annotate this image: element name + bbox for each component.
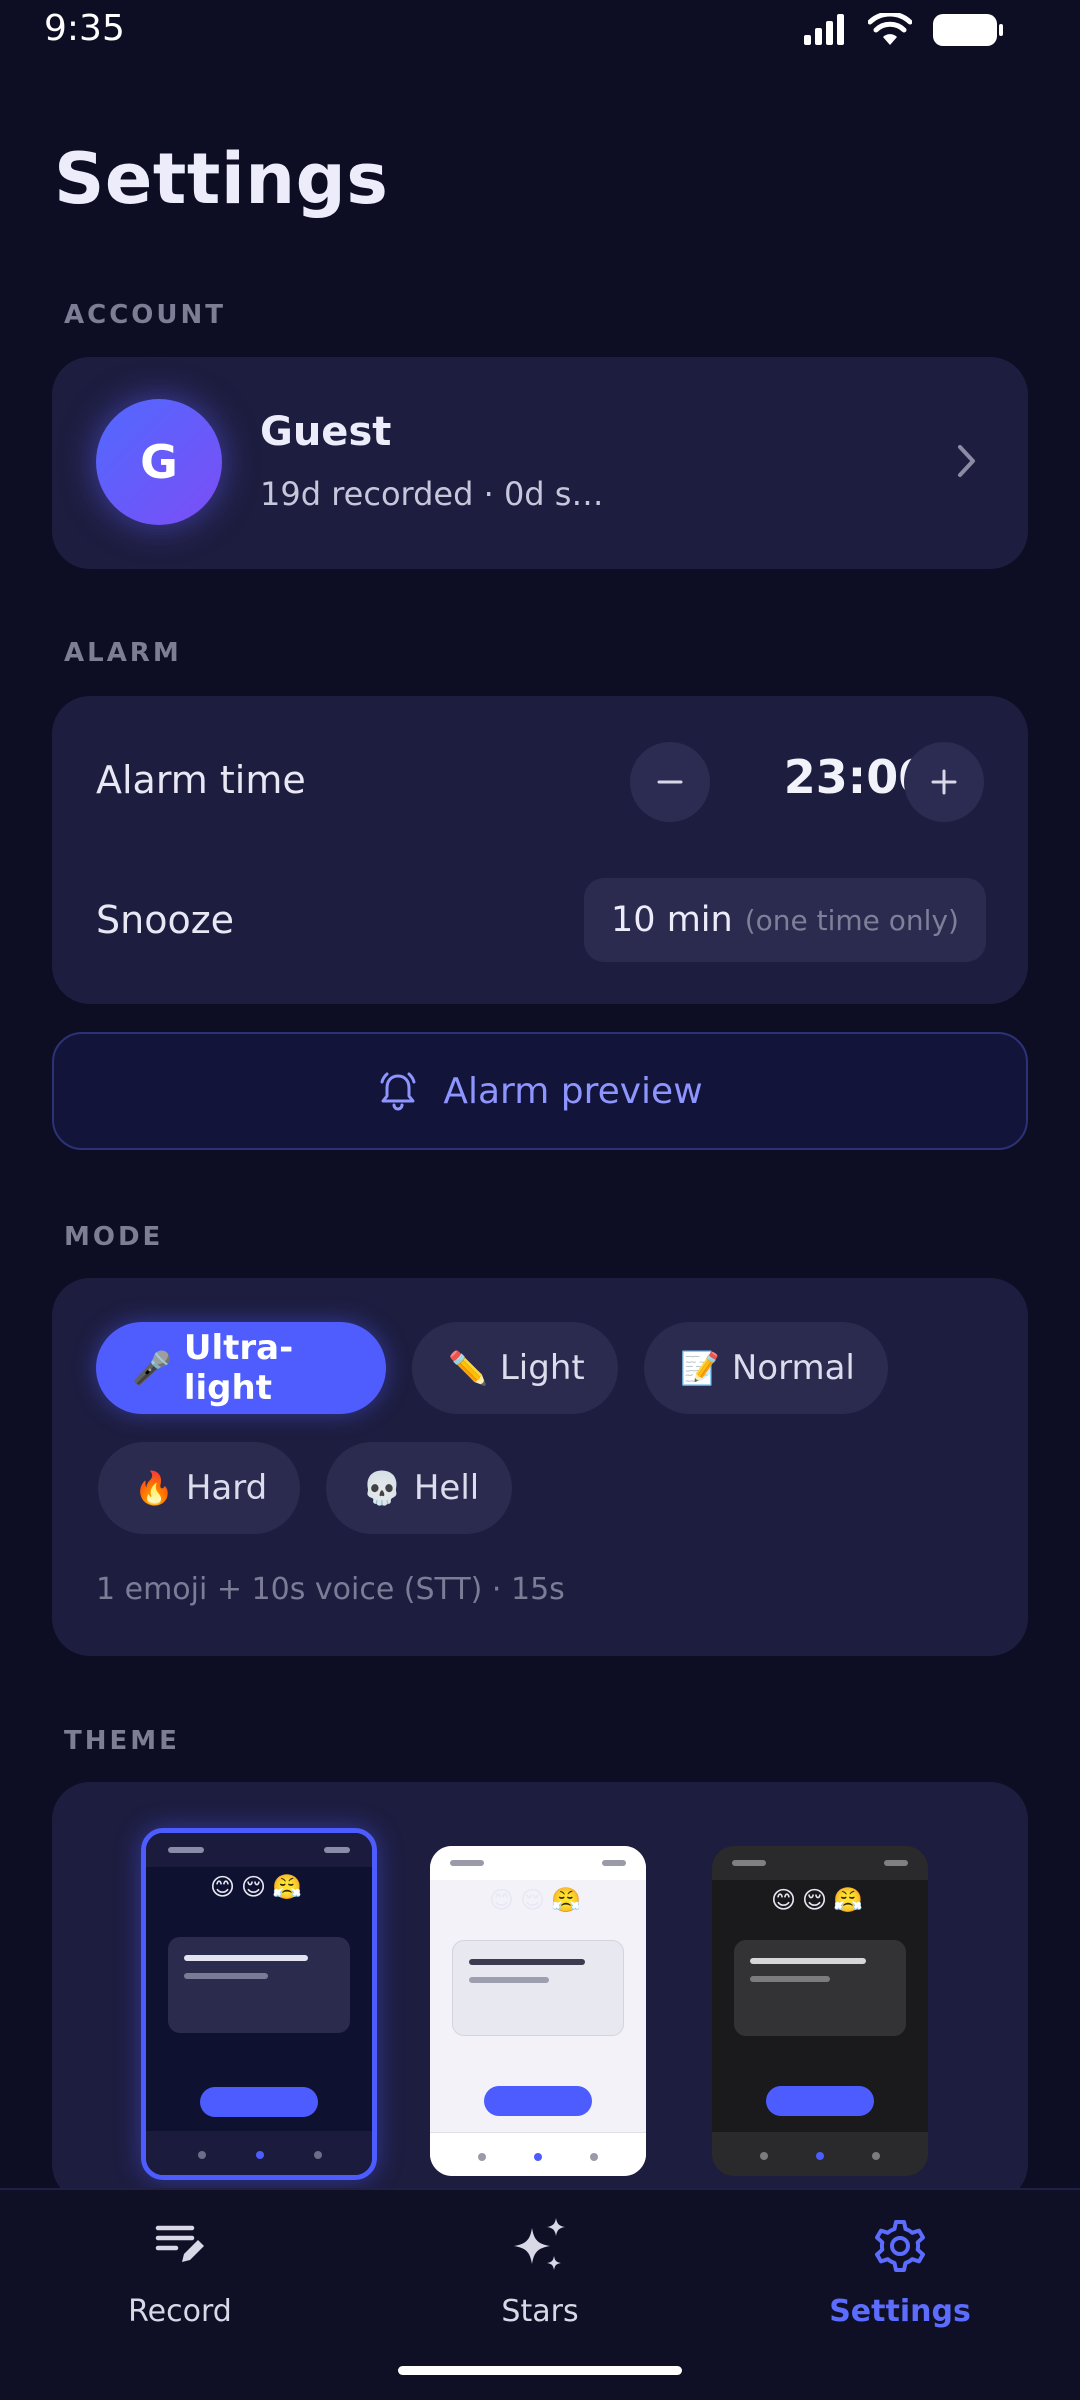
theme-card: 😊😌😤 😊😌😤 😊😌😤 bbox=[52, 1782, 1028, 2202]
mode-chip-hell[interactable]: 💀 Hell bbox=[326, 1442, 512, 1534]
account-card[interactable]: G Guest 19d recorded · 0d s… bbox=[52, 357, 1028, 569]
account-section-label: ACCOUNT bbox=[64, 300, 226, 330]
microphone-icon: 🎤 bbox=[132, 1349, 172, 1387]
increase-time-button[interactable] bbox=[904, 742, 984, 822]
snooze-label: Snooze bbox=[96, 898, 235, 942]
status-time: 9:35 bbox=[44, 8, 125, 49]
record-list-icon bbox=[155, 2225, 204, 2262]
mode-description: 1 emoji + 10s voice (STT) · 15s bbox=[96, 1572, 565, 1607]
mode-chip-normal[interactable]: 📝 Normal bbox=[644, 1322, 888, 1414]
page-title: Settings bbox=[54, 138, 389, 220]
nav-item-record[interactable]: Record bbox=[0, 2190, 360, 2350]
alarm-time-label: Alarm time bbox=[96, 758, 306, 802]
gear-icon bbox=[875, 2220, 925, 2272]
status-icons bbox=[802, 12, 1004, 48]
pencil-icon: ✏️ bbox=[448, 1349, 488, 1387]
chevron-right-icon bbox=[958, 445, 975, 477]
mode-chip-hard[interactable]: 🔥 Hard bbox=[98, 1442, 300, 1534]
plus-icon bbox=[931, 769, 957, 795]
mode-chip-label: Ultra-light bbox=[183, 1328, 294, 1408]
mode-card: 🎤 Ultra-light ✏️ Light 📝 Normal 🔥 Hard 💀… bbox=[52, 1278, 1028, 1656]
theme-option-light[interactable]: 😊😌😤 bbox=[430, 1846, 646, 2176]
mode-chip-ultra-light[interactable]: 🎤 Ultra-light bbox=[96, 1322, 386, 1414]
avatar: G bbox=[96, 399, 222, 525]
memo-icon: 📝 bbox=[680, 1349, 720, 1387]
theme-preview-emojis: 😊😌😤 bbox=[210, 1873, 308, 1901]
theme-section-label: THEME bbox=[64, 1726, 180, 1756]
fire-icon: 🔥 bbox=[134, 1469, 174, 1507]
battery-icon bbox=[933, 14, 1003, 46]
snooze-value: 10 min bbox=[611, 900, 733, 940]
skull-icon: 💀 bbox=[362, 1469, 402, 1507]
alarm-section-label: ALARM bbox=[64, 638, 182, 668]
snooze-selector[interactable]: 10 min (one time only) bbox=[584, 878, 986, 962]
nav-item-settings[interactable]: Settings bbox=[720, 2190, 1080, 2350]
mode-chip-label: Normal bbox=[731, 1348, 855, 1388]
snooze-note: (one time only) bbox=[744, 903, 959, 937]
nav-label-settings: Settings bbox=[829, 2294, 971, 2329]
nav-item-stars[interactable]: Stars bbox=[360, 2190, 720, 2350]
signal-icon bbox=[804, 14, 844, 45]
alarm-bell-icon bbox=[380, 1072, 416, 1111]
mode-chip-label: Hard bbox=[185, 1468, 268, 1508]
mode-chip-label: Light bbox=[499, 1348, 585, 1388]
sparkles-icon bbox=[514, 2218, 565, 2270]
account-subtitle: 19d recorded · 0d s… bbox=[260, 475, 604, 513]
nav-label-record: Record bbox=[128, 2294, 232, 2329]
alarm-card: Alarm time 23:00 Snooze 10 min (one time… bbox=[52, 696, 1028, 1004]
home-indicator[interactable] bbox=[398, 2366, 682, 2375]
theme-option-dark-navy[interactable]: 😊😌😤 bbox=[141, 1828, 377, 2180]
wifi-icon bbox=[868, 13, 912, 45]
mode-chip-light[interactable]: ✏️ Light bbox=[412, 1322, 618, 1414]
alarm-preview-label: Alarm preview bbox=[443, 1070, 703, 1112]
settings-screen: 9:35 Settings ACCOUNT G Guest 19d record… bbox=[0, 0, 1080, 2400]
mode-chip-label: Hell bbox=[413, 1468, 480, 1508]
theme-preview-emojis: 😊😌😤 bbox=[489, 1886, 587, 1914]
nav-label-stars: Stars bbox=[501, 2294, 579, 2329]
decrease-time-button[interactable] bbox=[630, 742, 710, 822]
minus-icon bbox=[657, 780, 683, 784]
account-name: Guest bbox=[260, 409, 392, 455]
theme-option-dark-gray[interactable]: 😊😌😤 bbox=[712, 1846, 928, 2176]
mode-section-label: MODE bbox=[64, 1222, 164, 1252]
alarm-preview-button[interactable]: Alarm preview bbox=[52, 1032, 1028, 1150]
theme-preview-emojis: 😊😌😤 bbox=[771, 1886, 869, 1914]
